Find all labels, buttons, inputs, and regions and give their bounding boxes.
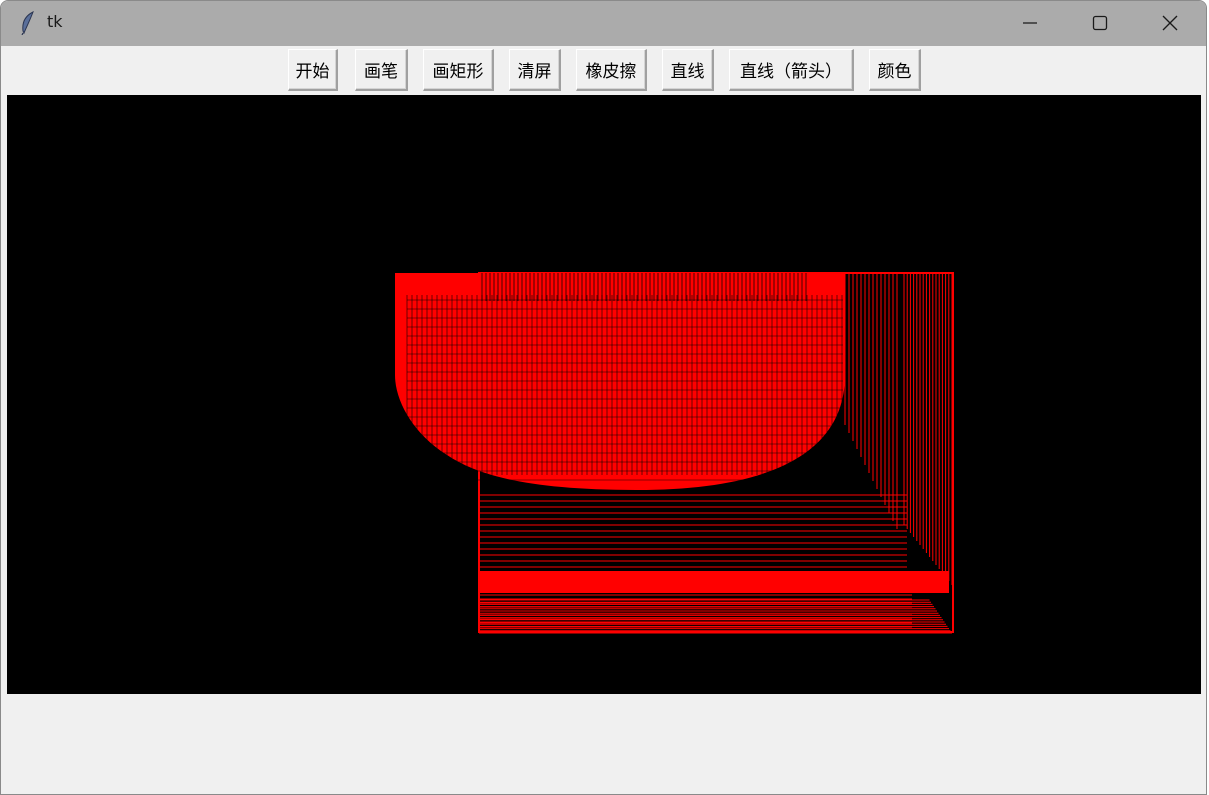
canvas-drawing [395, 272, 954, 634]
maximize-icon [1092, 15, 1108, 31]
pen-button[interactable]: 画笔 [355, 49, 408, 91]
minimize-button[interactable] [995, 1, 1065, 46]
close-icon [1162, 15, 1178, 31]
drawing-canvas[interactable] [7, 95, 1201, 694]
eraser-button[interactable]: 橡皮擦 [576, 49, 647, 91]
feather-icon [19, 10, 37, 36]
arrow-line-button[interactable]: 直线（箭头） [729, 49, 854, 91]
toolbar: 开始 画笔 画矩形 清屏 橡皮擦 直线 直线（箭头） 颜色 [1, 46, 1206, 94]
window-title: tk [47, 12, 63, 31]
canvas-stroke [479, 571, 949, 593]
title-bar[interactable]: tk [1, 1, 1206, 46]
clear-screen-button[interactable]: 清屏 [509, 49, 561, 91]
draw-rectangle-button[interactable]: 画矩形 [423, 49, 494, 91]
app-window: tk 开始 画笔 画矩形 清屏 橡皮擦 直线 直线（箭头） 颜色 [0, 0, 1207, 795]
close-button[interactable] [1135, 1, 1205, 46]
maximize-button[interactable] [1065, 1, 1135, 46]
minimize-icon [1023, 22, 1037, 24]
start-button[interactable]: 开始 [288, 49, 338, 91]
line-button[interactable]: 直线 [662, 49, 714, 91]
color-button[interactable]: 颜色 [869, 49, 921, 91]
